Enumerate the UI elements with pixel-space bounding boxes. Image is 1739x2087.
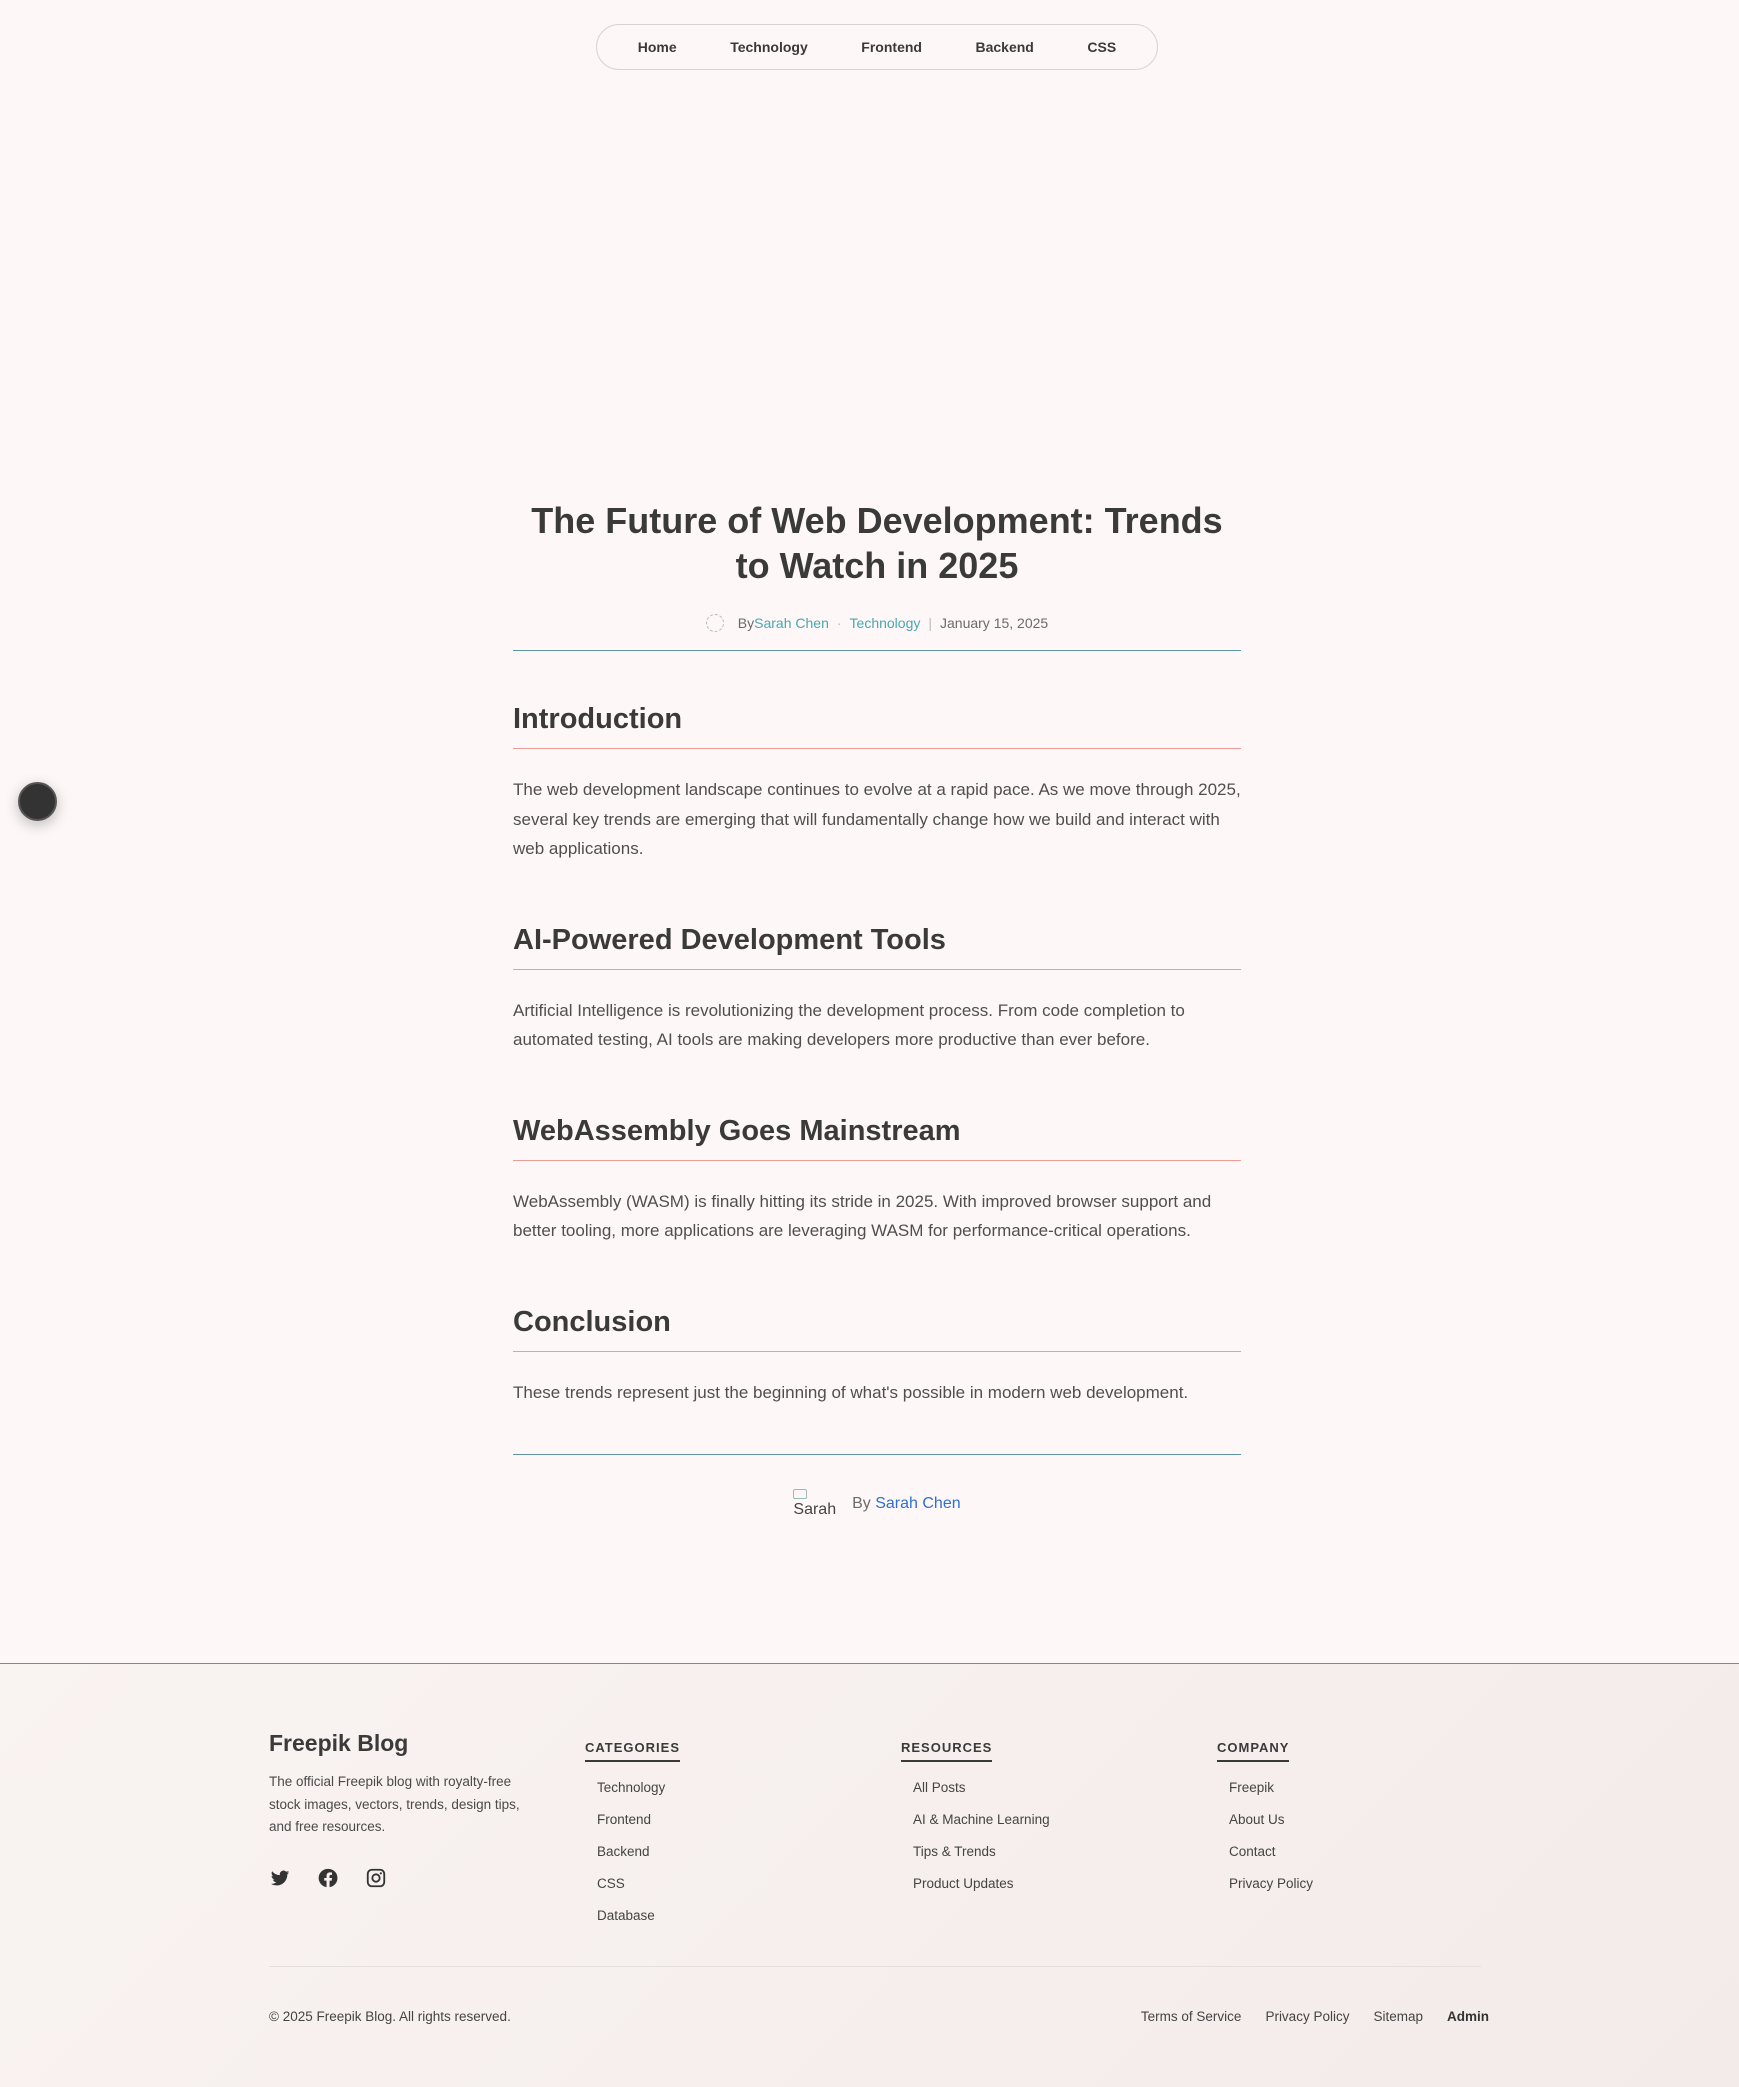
meta-date: January 15, 2025 bbox=[940, 615, 1049, 631]
section-body: Artificial Intelligence is revolutionizi… bbox=[513, 1000, 1185, 1050]
footer-link[interactable]: Product Updates bbox=[901, 1868, 1050, 1900]
footer-column-heading: COMPANY bbox=[1217, 1740, 1290, 1762]
footer-brand-description: The official Freepik blog with royalty-f… bbox=[269, 1774, 520, 1834]
footer-link[interactable]: All Posts bbox=[901, 1772, 1050, 1804]
header-divider bbox=[513, 650, 1241, 651]
top-nav: Home Technology Frontend Backend CSS bbox=[596, 24, 1158, 70]
footer-brand-title[interactable]: Freepik Blog bbox=[269, 1730, 541, 1757]
article: The Future of Web Development: Trends to… bbox=[513, 498, 1241, 1519]
footer-link[interactable]: About Us bbox=[1217, 1804, 1313, 1836]
social-links bbox=[269, 1867, 541, 1894]
author-avatar-small bbox=[705, 614, 724, 632]
section-body: WebAssembly (WASM) is finally hitting it… bbox=[513, 1191, 1212, 1241]
facebook-icon[interactable] bbox=[317, 1867, 339, 1894]
floating-action-button[interactable] bbox=[18, 782, 57, 821]
footer-column-heading: RESOURCES bbox=[901, 1740, 993, 1762]
sitemap-link[interactable]: Sitemap bbox=[1373, 2009, 1423, 2024]
footer-brand: Freepik Blog The official Freepik blog w… bbox=[269, 1730, 541, 1894]
footer-column-categories: CATEGORIES Technology Frontend Backend C… bbox=[585, 1730, 680, 1932]
footer-link[interactable]: Freepik bbox=[1217, 1772, 1313, 1804]
meta-category-link[interactable]: Technology bbox=[850, 615, 921, 631]
footer-link[interactable]: AI & Machine Learning bbox=[901, 1804, 1050, 1836]
author-box: Sarah By Sarah Chen bbox=[513, 1489, 1241, 1519]
footer-column-heading: CATEGORIES bbox=[585, 1740, 680, 1762]
author-byline: By Sarah Chen bbox=[852, 1495, 961, 1513]
footer-link[interactable]: Frontend bbox=[585, 1804, 680, 1836]
footer-link[interactable]: Technology bbox=[585, 1772, 680, 1804]
section-heading: Introduction bbox=[513, 703, 1241, 749]
footer-bottom-divider bbox=[269, 1966, 1481, 1967]
section-body: These trends represent just the beginnin… bbox=[513, 1382, 1189, 1402]
section-heading: AI-Powered Development Tools bbox=[513, 924, 1241, 970]
twitter-icon[interactable] bbox=[269, 1867, 291, 1894]
author-name-link[interactable]: Sarah Chen bbox=[875, 1495, 960, 1512]
meta-by-label: BySarah Chen bbox=[738, 615, 829, 631]
section-conclusion: Conclusion These trends represent just t… bbox=[513, 1306, 1241, 1408]
footer-divider bbox=[513, 1454, 1241, 1455]
nav-item-frontend[interactable]: Frontend bbox=[847, 33, 936, 61]
footer-link[interactable]: Contact bbox=[1217, 1836, 1313, 1868]
footer-link[interactable]: Privacy Policy bbox=[1217, 1868, 1313, 1900]
section-introduction: Introduction The web development landsca… bbox=[513, 703, 1241, 864]
copyright-text: © 2025 Freepik Blog. All rights reserved… bbox=[269, 2009, 511, 2024]
meta-by: By bbox=[737, 615, 755, 631]
article-meta: BySarah Chen · Technology | January 15, … bbox=[513, 614, 1241, 632]
legal-links: Terms of Service Privacy Policy Sitemap … bbox=[1141, 2009, 1489, 2024]
footer-link[interactable]: Database bbox=[585, 1900, 680, 1932]
section-heading: WebAssembly Goes Mainstream bbox=[513, 1115, 1241, 1161]
meta-dot-separator: · bbox=[836, 615, 842, 631]
footer-column-company: COMPANY Freepik About Us Contact Privacy… bbox=[1217, 1730, 1313, 1900]
footer-link[interactable]: Backend bbox=[585, 1836, 680, 1868]
nav-item-backend[interactable]: Backend bbox=[962, 33, 1048, 61]
site-footer: Freepik Blog The official Freepik blog w… bbox=[0, 1663, 1739, 2087]
section-heading: Conclusion bbox=[513, 1306, 1241, 1352]
footer-link[interactable]: CSS bbox=[585, 1868, 680, 1900]
broken-image-icon bbox=[793, 1489, 808, 1499]
footer-column-resources: RESOURCES All Posts AI & Machine Learnin… bbox=[901, 1730, 1050, 1900]
nav-item-home[interactable]: Home bbox=[624, 33, 691, 61]
meta-pipe-separator: | bbox=[928, 615, 932, 631]
admin-link[interactable]: Admin bbox=[1447, 2009, 1489, 2024]
terms-link[interactable]: Terms of Service bbox=[1141, 2009, 1242, 2024]
meta-author-link[interactable]: Sarah Chen bbox=[754, 615, 829, 631]
nav-item-technology[interactable]: Technology bbox=[716, 33, 822, 61]
footer-link[interactable]: Tips & Trends bbox=[901, 1836, 1050, 1868]
section-webassembly: WebAssembly Goes Mainstream WebAssembly … bbox=[513, 1115, 1241, 1246]
article-title: The Future of Web Development: Trends to… bbox=[531, 500, 1223, 586]
section-ai-tools: AI-Powered Development Tools Artificial … bbox=[513, 924, 1241, 1055]
author-avatar: Sarah bbox=[793, 1489, 836, 1519]
author-by-label: By bbox=[852, 1495, 871, 1512]
author-avatar-alt: Sarah bbox=[793, 1501, 837, 1518]
privacy-link[interactable]: Privacy Policy bbox=[1265, 2009, 1349, 2024]
section-body: The web development landscape continues … bbox=[513, 780, 1241, 858]
nav-item-css[interactable]: CSS bbox=[1073, 33, 1130, 61]
instagram-icon[interactable] bbox=[365, 1867, 387, 1894]
